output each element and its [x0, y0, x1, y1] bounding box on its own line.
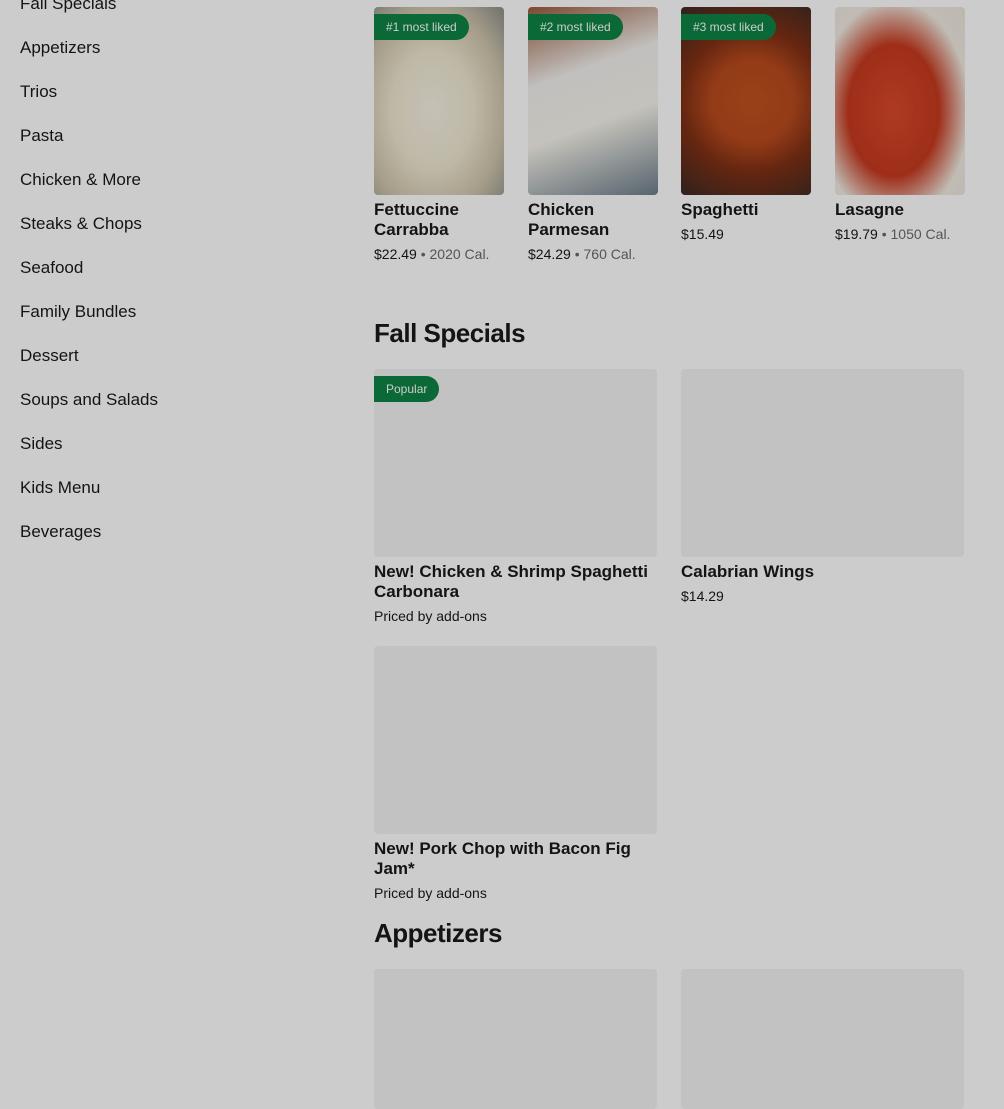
- sidebar-item-trios[interactable]: Trios: [20, 70, 158, 114]
- menu-item-title: Spaghetti: [681, 200, 759, 219]
- sidebar-item-seafood[interactable]: Seafood: [20, 246, 158, 290]
- menu-item-card-fettuccine[interactable]: #1 most liked Fettuccine Carrabba $22.49…: [374, 7, 504, 263]
- popular-badge: Popular: [374, 376, 440, 402]
- menu-item-meta: Priced by add-ons: [374, 885, 487, 901]
- menu-item-title: New! Pork Chop with Bacon Fig Jam*: [374, 839, 631, 878]
- sidebar-item-family-bundles[interactable]: Family Bundles: [20, 290, 158, 334]
- menu-item-card-appetizer[interactable]: [374, 969, 657, 1109]
- menu-item-title: Calabrian Wings: [681, 562, 815, 581]
- sidebar-item-chicken-more[interactable]: Chicken & More: [20, 158, 158, 202]
- menu-item-meta: $24.29 • 760 Cal.: [528, 245, 658, 263]
- meta-separator: •: [416, 246, 430, 262]
- menu-item-meta: $15.49: [681, 225, 811, 243]
- menu-item-card-pork-chop[interactable]: New! Pork Chop with Bacon Fig Jam* Price…: [374, 646, 657, 902]
- menu-item-calories: 1050 Cal.: [890, 226, 951, 242]
- section-title-appetizers: Appetizers: [374, 918, 502, 948]
- food-image-spaghetti: #3 most liked: [681, 7, 811, 195]
- most-liked-badge: #1 most liked: [374, 14, 469, 40]
- food-image-placeholder: [681, 969, 964, 1109]
- menu-item-price: $19.79: [835, 226, 878, 242]
- menu-item-price: $24.29: [528, 246, 571, 262]
- menu-item-calories: 760 Cal.: [583, 246, 636, 262]
- food-image-lasagne: [835, 7, 965, 195]
- food-image-placeholder: Popular: [374, 369, 657, 557]
- menu-item-card-chicken-parmesan[interactable]: #2 most liked Chicken Parmesan $24.29 • …: [528, 7, 658, 263]
- most-liked-row: #1 most liked Fettuccine Carrabba $22.49…: [374, 7, 965, 267]
- food-image-fettuccine: #1 most liked: [374, 7, 504, 195]
- food-image-placeholder: [374, 646, 657, 834]
- section-title-fall-specials: Fall Specials: [374, 318, 526, 348]
- menu-item-card-calabrian-wings[interactable]: Calabrian Wings $14.29: [681, 369, 964, 605]
- category-sidebar: Fall Specials Appetizers Trios Pasta Chi…: [0, 0, 340, 1109]
- menu-item-price: $14.29: [681, 588, 724, 604]
- meta-separator: •: [570, 246, 584, 262]
- food-image-placeholder: [681, 369, 964, 557]
- menu-item-price: $22.49: [374, 246, 417, 262]
- sidebar-item-pasta[interactable]: Pasta: [20, 114, 158, 158]
- menu-item-title: Chicken Parmesan: [528, 200, 610, 239]
- food-image-chicken-parmesan: #2 most liked: [528, 7, 658, 195]
- sidebar-item-appetizers[interactable]: Appetizers: [20, 26, 158, 70]
- menu-item-title: New! Chicken & Shrimp Spaghetti Carbonar…: [374, 562, 648, 601]
- meta-separator: •: [877, 226, 891, 242]
- menu-item-meta: $19.79 • 1050 Cal.: [835, 225, 965, 243]
- most-liked-badge: #2 most liked: [528, 14, 623, 40]
- menu-item-meta: Priced by add-ons: [374, 608, 487, 624]
- sidebar-item-kids-menu[interactable]: Kids Menu: [20, 466, 158, 510]
- menu-item-card-carbonara[interactable]: Popular New! Chicken & Shrimp Spaghetti …: [374, 369, 657, 625]
- sidebar-item-dessert[interactable]: Dessert: [20, 334, 158, 378]
- menu-item-price: $15.49: [681, 226, 724, 242]
- menu-item-card-spaghetti[interactable]: #3 most liked Spaghetti $15.49: [681, 7, 811, 243]
- menu-item-card-appetizer[interactable]: [681, 969, 964, 1109]
- menu-item-title: Lasagne: [835, 200, 904, 219]
- menu-item-title: Fettuccine Carrabba: [374, 200, 460, 239]
- menu-item-calories: 2020 Cal.: [429, 246, 490, 262]
- category-list: Fall Specials Appetizers Trios Pasta Chi…: [20, 0, 158, 554]
- most-liked-badge: #3 most liked: [681, 14, 776, 40]
- sidebar-item-soups-salads[interactable]: Soups and Salads: [20, 378, 158, 422]
- menu-item-meta: $22.49 • 2020 Cal.: [374, 245, 504, 263]
- menu-item-card-lasagne[interactable]: Lasagne $19.79 • 1050 Cal.: [835, 7, 965, 243]
- sidebar-item-beverages[interactable]: Beverages: [20, 510, 158, 554]
- sidebar-item-sides[interactable]: Sides: [20, 422, 158, 466]
- food-image-placeholder: [374, 969, 657, 1109]
- sidebar-item-steaks-chops[interactable]: Steaks & Chops: [20, 202, 158, 246]
- sidebar-item-fall-specials[interactable]: Fall Specials: [20, 0, 158, 26]
